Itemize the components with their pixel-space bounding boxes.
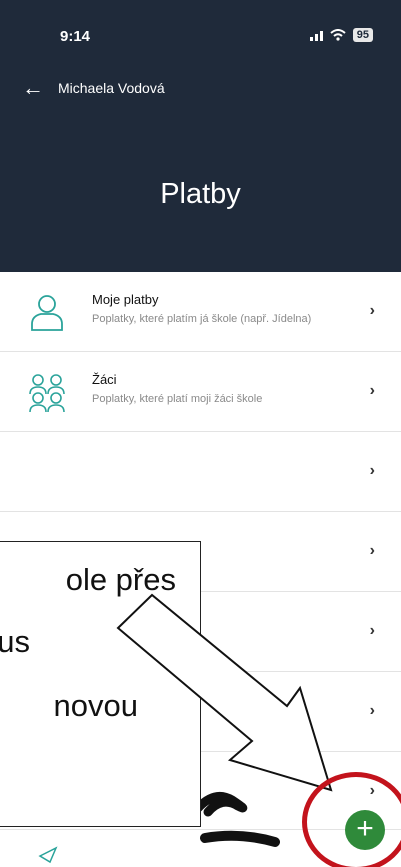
- page-title: Platby: [160, 178, 241, 210]
- chevron-right-icon: ›: [369, 462, 375, 479]
- row-title: Žáci: [92, 372, 117, 387]
- callout-text: us: [0, 624, 30, 659]
- chevron-right-icon: ›: [369, 622, 375, 639]
- chevron-right-icon: ›: [369, 702, 375, 719]
- list-item-zaci[interactable]: Žáci Poplatky, které platí moji žáci ško…: [0, 352, 401, 432]
- status-time: 9:14: [60, 28, 91, 45]
- row-subtitle: Poplatky, které platím já škole (např. J…: [92, 313, 312, 325]
- people-group-icon: [29, 374, 65, 412]
- chevron-right-icon: ›: [369, 542, 375, 559]
- back-row[interactable]: ← Michaela Vodová: [22, 77, 165, 99]
- annotation-circle: [302, 772, 401, 867]
- user-name: Michaela Vodová: [58, 80, 165, 96]
- arrow-left-icon[interactable]: ←: [22, 77, 44, 99]
- app-header: 9:14 95 ← Michaela Vodová Platby: [0, 0, 401, 272]
- list-item-moje-platby[interactable]: Moje platby Poplatky, které platím já šk…: [0, 272, 401, 352]
- row-subtitle: Poplatky, které platí moji žáci škole: [92, 393, 263, 405]
- list-item[interactable]: ›: [0, 432, 401, 512]
- chevron-right-icon: ›: [369, 382, 375, 399]
- callout-text: novou: [53, 688, 138, 723]
- signal-icon: [309, 29, 323, 41]
- chevron-right-icon: ›: [369, 302, 375, 319]
- annotation-callout: ole přes us novou: [0, 541, 201, 827]
- person-outline-icon: [31, 295, 63, 331]
- wifi-icon: [330, 29, 346, 41]
- callout-text: ole přes: [65, 562, 176, 597]
- battery-indicator: 95: [352, 28, 373, 42]
- status-icons: 95: [309, 28, 373, 42]
- row-title: Moje platby: [92, 292, 159, 307]
